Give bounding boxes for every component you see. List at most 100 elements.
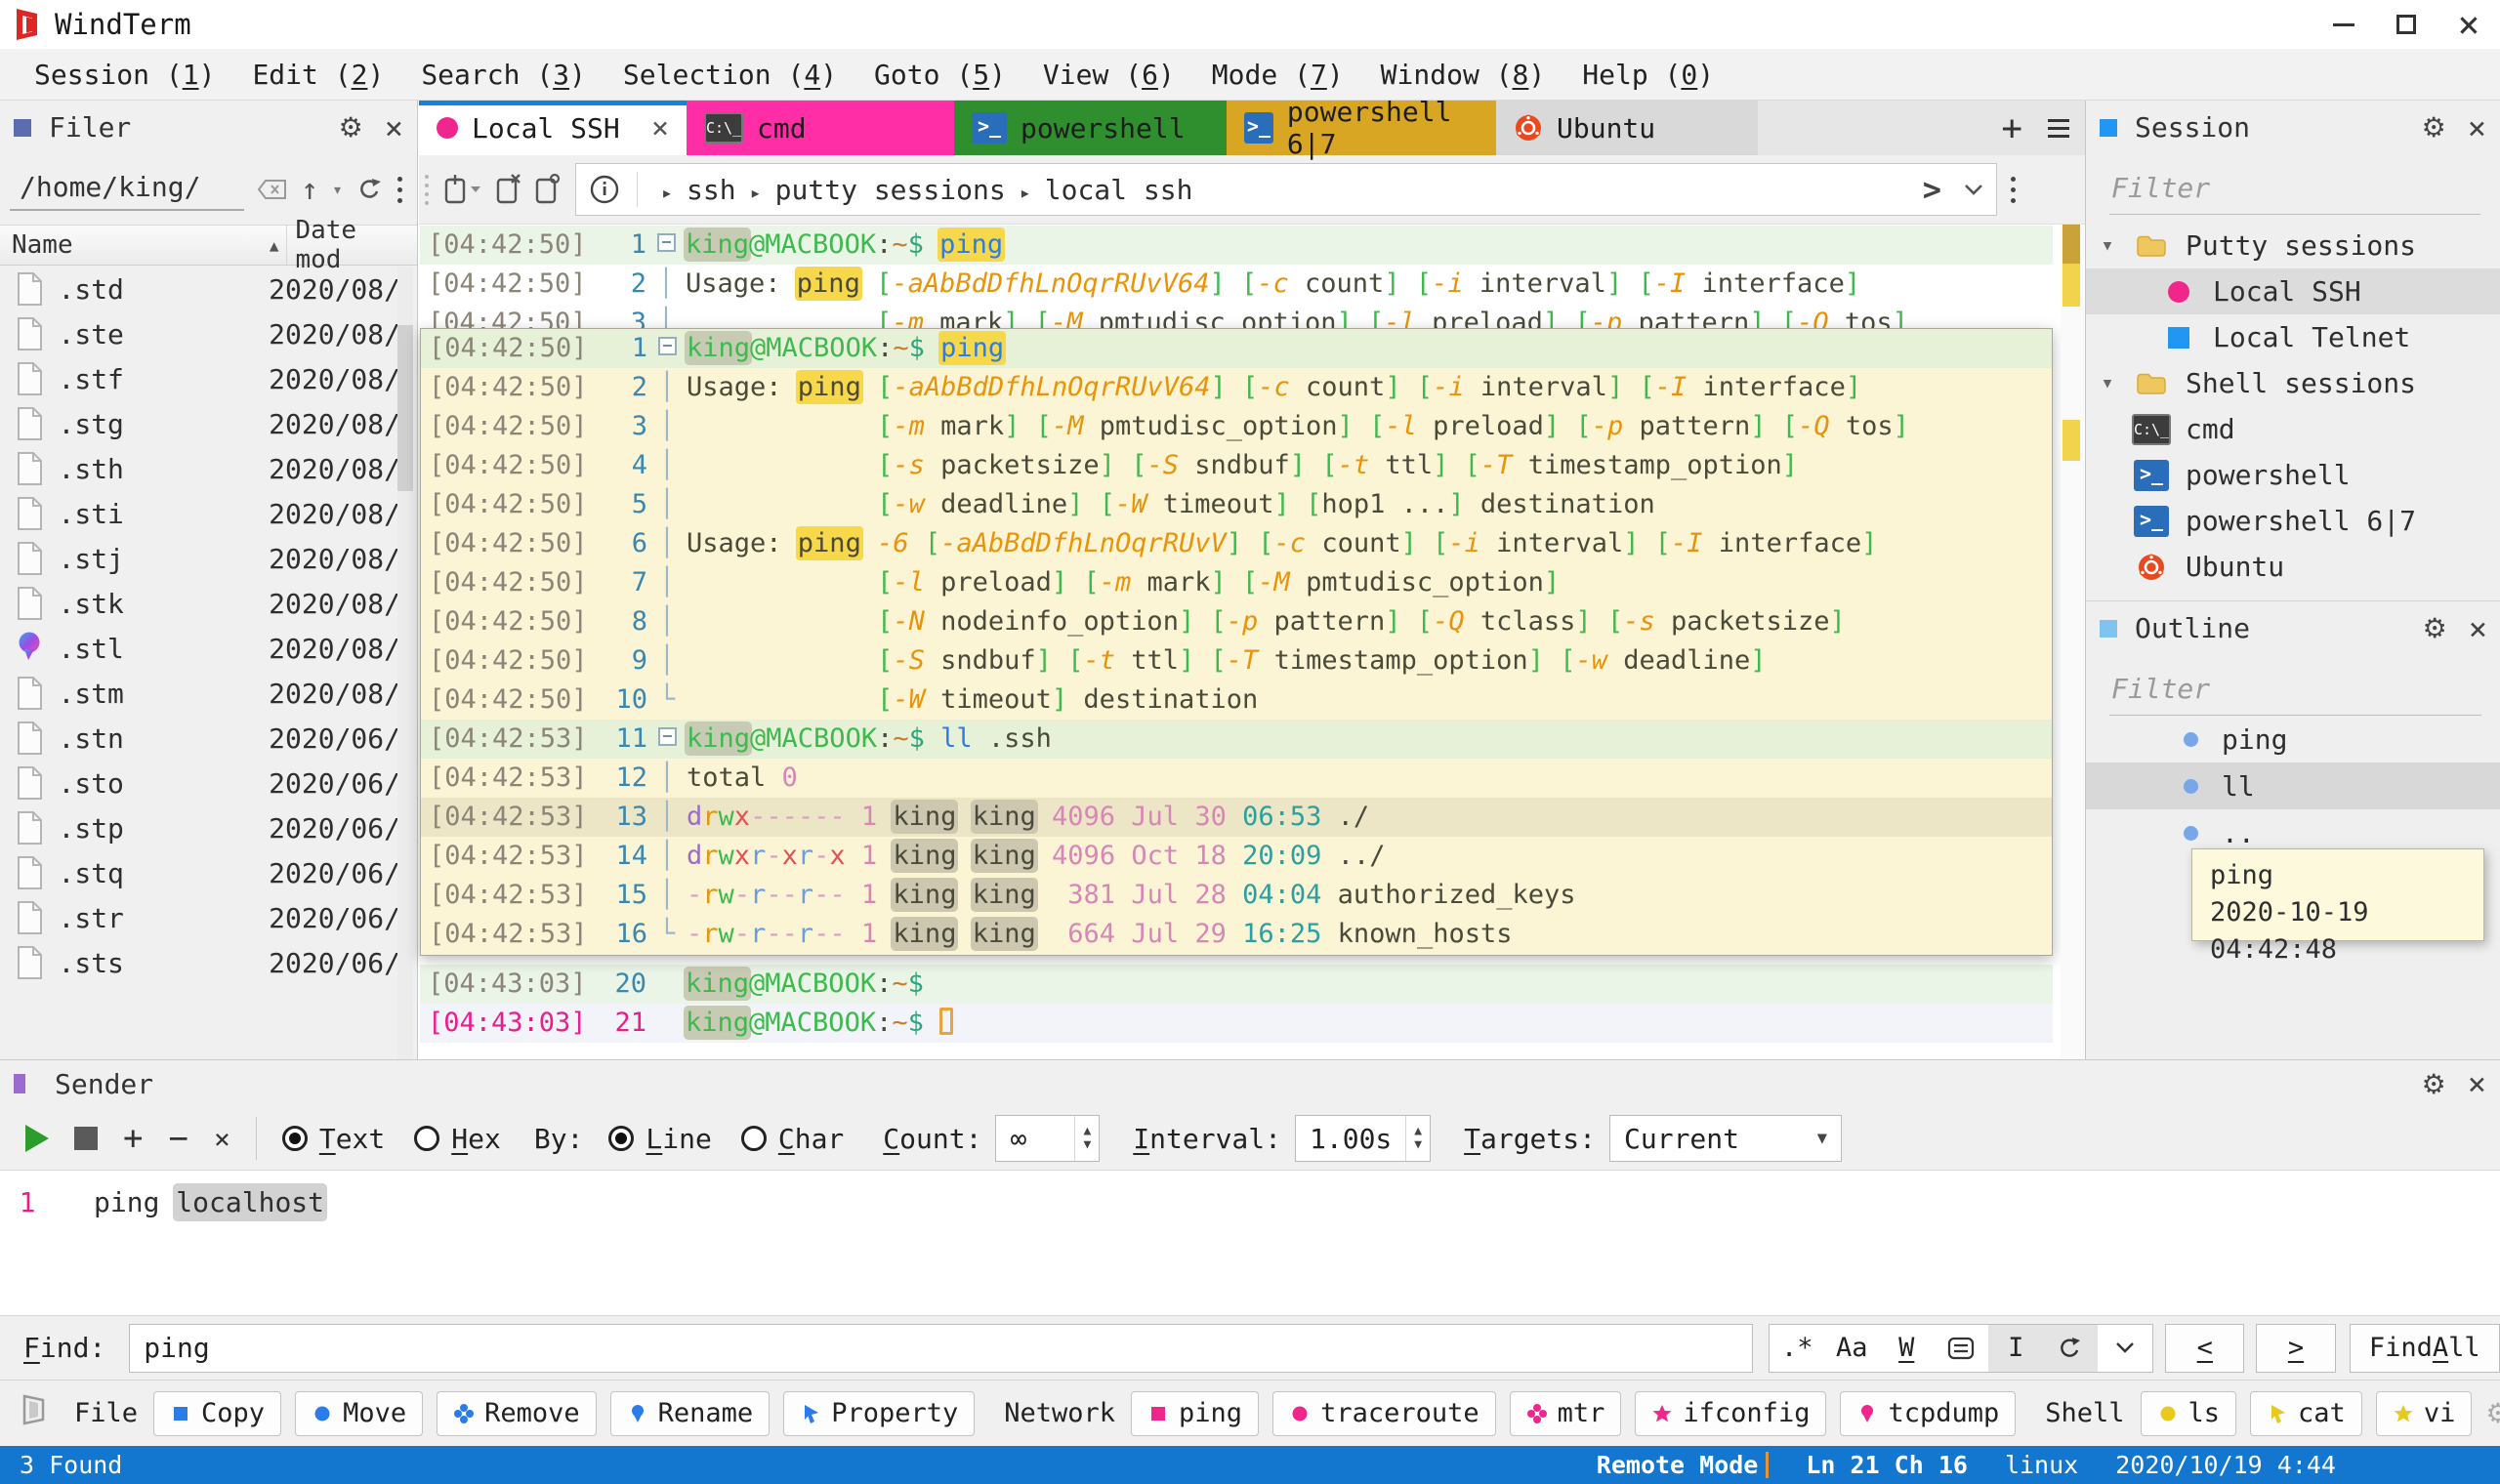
toolbar-button-vi[interactable]: vi [2375,1390,2473,1436]
session-item-ubuntu[interactable]: Ubuntu [2086,544,2500,590]
tab-local-ssh[interactable]: Local SSH × [419,101,687,155]
outline-item-ping[interactable]: ping [2086,716,2500,763]
up-directory-icon[interactable]: ↑ [301,173,318,207]
targets-select[interactable]: Current ▼ [1609,1115,1842,1162]
filer-vertical-scrollbar[interactable] [397,267,413,1085]
file-row[interactable]: .stf 2020/08/ [0,356,400,401]
up-directory-dropdown-icon[interactable]: ▾ [332,180,343,200]
filer-menu-icon[interactable] [396,176,402,203]
menu-search[interactable]: Search (3) [402,49,604,100]
session-item-local-ssh[interactable]: Local SSH [2086,268,2500,314]
file-row[interactable]: .str 2020/06/ [0,895,400,940]
find-toggle-word[interactable]: W [1879,1325,1934,1372]
sender-close-list-button[interactable]: × [214,1123,230,1155]
close-button[interactable]: × [2438,0,2500,49]
file-row[interactable]: .sti 2020/08/ [0,491,400,536]
close-session-icon[interactable] [496,173,521,206]
filer-settings-icon[interactable]: ⚙ [339,111,363,144]
caret-down-icon[interactable]: ▾ [2086,371,2129,395]
os-indicator[interactable]: linux [2005,1451,2078,1479]
session-close-icon[interactable]: × [2468,109,2486,146]
toolbar-button-cat[interactable]: cat [2250,1390,2362,1436]
toolbar-button-tcpdump[interactable]: tcpdump [1840,1390,2017,1436]
filer-close-icon[interactable]: × [385,109,403,146]
menu-window[interactable]: Window (8) [1362,49,1564,100]
file-row[interactable]: .sth 2020/08/ [0,446,400,491]
send-command-icon[interactable]: > [1923,171,1941,208]
sender-stop-button[interactable] [74,1127,98,1150]
session-settings-icon[interactable]: ⚙ [2422,111,2446,144]
outline-settings-icon[interactable]: ⚙ [2423,612,2447,644]
find-options-chevron-icon[interactable] [2098,1325,2152,1372]
tab-close-icon[interactable]: × [651,111,669,145]
cursor-position[interactable]: Ln 21 Ch 16 [1806,1451,1968,1479]
file-row[interactable]: .stk 2020/08/ [0,581,400,626]
file-row[interactable]: .stj 2020/08/ [0,536,400,581]
file-row[interactable]: .ste 2020/08/ [0,311,400,356]
column-header-name[interactable]: Name ▲ [0,226,288,265]
find-previous-button[interactable]: < [2165,1323,2245,1373]
mode-indicator[interactable]: Remote Mode [1597,1451,1759,1479]
tab-powershell-6-7[interactable]: >_ powershell 6|7 [1227,96,1496,160]
find-input[interactable]: ping [129,1323,1754,1373]
breadcrumb[interactable]: ▸ ssh ▸ putty sessions ▸ local ssh > [575,163,1997,216]
session-filter-input[interactable]: Filter [2111,172,2210,204]
toolbar-button-traceroute[interactable]: traceroute [1272,1390,1496,1436]
toolbar-button-property[interactable]: Property [783,1390,976,1436]
outline-filter-input[interactable]: Filter [2111,673,2210,705]
menu-goto[interactable]: Goto (5) [855,49,1024,100]
menu-help[interactable]: Help (0) [1563,49,1732,100]
session-item-putty-sessions[interactable]: ▾ Putty sessions [2086,223,2500,268]
new-tab-button[interactable]: + [2001,108,2022,148]
sender-settings-icon[interactable]: ⚙ [2422,1068,2446,1100]
session-item-powershell[interactable]: >_ powershell [2086,452,2500,498]
terminal[interactable]: [04:42:50] 1 king@MACBOOK:~$ ping [04:42:50… [419,225,2085,1059]
drag-handle[interactable] [425,174,429,205]
file-row[interactable]: .stg 2020/08/ [0,401,400,446]
by-radio-line[interactable]: Line [608,1123,712,1155]
file-row[interactable]: .sto 2020/06/ [0,761,400,805]
find-in-selection-icon[interactable] [1934,1325,1988,1372]
find-all-button[interactable]: Find All [2349,1323,2500,1373]
sender-add-button[interactable]: + [123,1119,143,1158]
minimize-button[interactable] [2312,0,2375,49]
count-spinbox[interactable]: ∞ ▲ ▼ [995,1115,1101,1162]
toolbar-button-ping[interactable]: ping [1131,1390,1260,1436]
menu-session[interactable]: Session (1) [16,49,233,100]
tab-list-icon[interactable] [2048,118,2069,138]
session-item-powershell-6-7[interactable]: >_ powershell 6|7 [2086,498,2500,544]
tab-powershell[interactable]: >_ powershell [954,101,1227,155]
maximize-button[interactable] [2375,0,2438,49]
breadcrumb-item[interactable]: putty sessions [775,174,1006,206]
by-radio-char[interactable]: Char [740,1123,844,1155]
menu-edit[interactable]: Edit (2) [233,49,402,100]
toolbar-button-move[interactable]: Move [295,1390,424,1436]
toolbar-settings-icon[interactable]: ⚙ [2485,1397,2500,1429]
clone-session-icon[interactable] [535,173,561,206]
sender-run-button[interactable] [25,1125,49,1152]
new-session-icon[interactable] [443,173,482,206]
session-item-cmd[interactable]: C:\_ cmd [2086,406,2500,452]
file-row[interactable]: .stn 2020/06/ [0,716,400,761]
mode-radio-text[interactable]: Text [281,1123,385,1155]
menu-view[interactable]: View (6) [1024,49,1193,100]
tab-ubuntu[interactable]: Ubuntu [1496,101,1758,155]
file-row[interactable]: .stl 2020/08/ [0,626,400,671]
toolbar-button-ifconfig[interactable]: ifconfig [1635,1390,1827,1436]
menu-selection[interactable]: Selection (4) [604,49,855,100]
filer-path-input[interactable]: /home/king/ [10,169,244,211]
find-toggle-[interactable]: .* [1770,1325,1824,1372]
find-toggle-I[interactable]: I [1988,1324,2044,1372]
outline-item-ll[interactable]: ll [2086,763,2500,809]
toolbar-button-copy[interactable]: Copy [153,1390,282,1436]
caret-down-icon[interactable]: ▾ [2086,233,2129,258]
sender-close-icon[interactable]: × [2468,1065,2486,1102]
toolbar-button-rename[interactable]: Rename [609,1390,771,1436]
sender-remove-button[interactable]: − [168,1119,188,1158]
file-row[interactable]: .stp 2020/06/ [0,805,400,850]
sender-editor[interactable]: 1 ping localhost [0,1170,2500,1316]
tab-cmd[interactable]: C:\_ cmd [687,101,954,155]
book-icon[interactable] [20,1392,49,1434]
find-next-button[interactable]: > [2256,1323,2336,1373]
session-item-local-telnet[interactable]: Local Telnet [2086,314,2500,360]
